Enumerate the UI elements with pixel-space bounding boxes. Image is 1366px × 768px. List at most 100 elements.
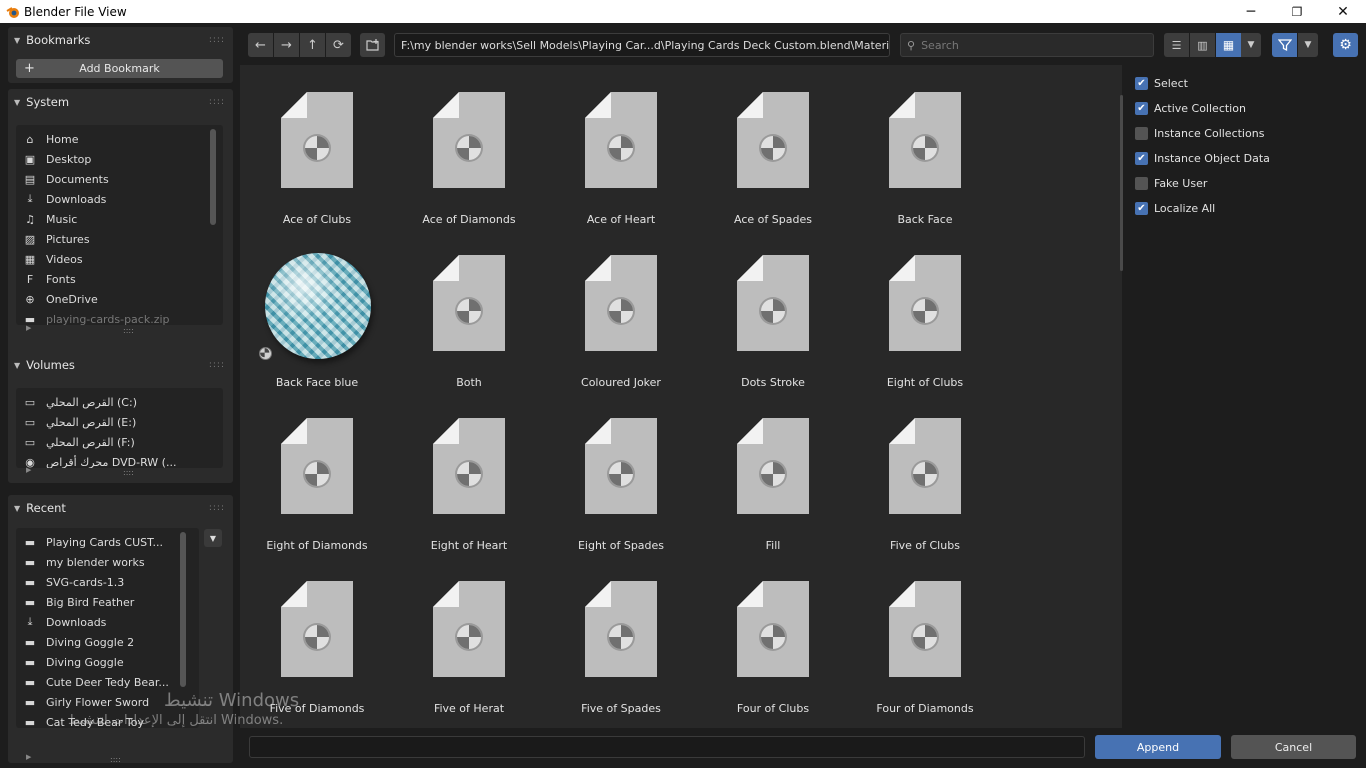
view-thumbnails-button[interactable]: ▦ [1216, 33, 1241, 57]
list-item[interactable]: ◉ ‏محرك أقراص DVD-RW (... [16, 452, 223, 469]
resize-grip-icon[interactable]: :::: [123, 468, 134, 477]
option-label: Instance Object Data [1154, 151, 1270, 165]
file-tile[interactable]: Eight of Spades [545, 391, 697, 554]
file-tile[interactable]: Five of Clubs [849, 391, 1001, 554]
volumes-header[interactable]: ▼ Volumes :::: [8, 352, 233, 378]
list-item[interactable]: ▭ ‏القرص المحلي (C:) [16, 392, 223, 412]
option-checkbox-row[interactable]: ✔ Select [1135, 75, 1188, 91]
list-item-label: Downloads [46, 615, 107, 629]
view-horizontal-list-button[interactable]: ▥ [1190, 33, 1215, 57]
expand-arrow-icon[interactable]: ▶ [26, 466, 31, 474]
option-checkbox-row[interactable]: Instance Collections [1135, 125, 1264, 141]
list-item[interactable]: ▬ Diving Goggle 2 [16, 632, 199, 652]
file-tile[interactable]: Both [393, 228, 545, 391]
file-tile[interactable]: Ace of Diamonds [393, 65, 545, 228]
recent-scrollbar[interactable] [180, 532, 186, 687]
list-item[interactable]: ▭ ‏القرص المحلي (F:) [16, 432, 223, 452]
drag-grip-icon[interactable]: :::: [209, 360, 225, 370]
list-item[interactable]: ▭ ‏القرص المحلي (E:) [16, 412, 223, 432]
list-item[interactable]: ▦ Videos [16, 249, 223, 269]
cancel-button[interactable]: Cancel [1231, 735, 1356, 759]
file-grid-scrollbar[interactable] [1120, 95, 1123, 271]
file-tile[interactable]: Four of Clubs [697, 554, 849, 717]
file-tile[interactable]: Eight of Heart [393, 391, 545, 554]
list-item[interactable]: ▬ Cute Deer Tedy Bear... [16, 672, 199, 692]
filter-dropdown[interactable]: ▼ [1298, 33, 1318, 57]
option-checkbox-row[interactable]: ✔ Active Collection [1135, 100, 1246, 116]
file-tile[interactable]: Back Face [849, 65, 1001, 228]
file-tile[interactable]: Five of Herat [393, 554, 545, 717]
file-tile[interactable]: Ace of Spades [697, 65, 849, 228]
list-item-label: Girly Flower Sword [46, 695, 150, 709]
back-button[interactable]: ← [248, 33, 273, 57]
file-tile[interactable]: Eight of Diamonds [241, 391, 393, 554]
list-item[interactable]: ♫ Music [16, 209, 223, 229]
append-button[interactable]: Append [1095, 735, 1221, 759]
recent-header[interactable]: ▼ Recent :::: [8, 495, 233, 521]
sidebar: ▼ Bookmarks :::: + Add Bookmark ▼ System… [0, 23, 240, 768]
list-item[interactable]: F Fonts [16, 269, 223, 289]
filter-toggle-button[interactable] [1272, 33, 1297, 57]
filename-field[interactable] [249, 736, 1085, 758]
system-scrollbar[interactable] [210, 129, 216, 225]
drag-grip-icon[interactable]: :::: [209, 97, 225, 107]
close-window-button[interactable]: ✕ [1320, 0, 1366, 23]
add-bookmark-button[interactable]: + Add Bookmark [16, 59, 223, 78]
list-item[interactable]: ⊕ OneDrive [16, 289, 223, 309]
file-tile[interactable]: Dots Stroke [697, 228, 849, 391]
drag-grip-icon[interactable]: :::: [209, 503, 225, 513]
list-item[interactable]: ▬ Diving Goggle [16, 652, 199, 672]
directory-path-field[interactable]: F:\my blender works\Sell Models\Playing … [394, 33, 890, 57]
file-tile[interactable]: Ace of Heart [545, 65, 697, 228]
material-file-icon [585, 92, 657, 188]
list-item[interactable]: ▬ playing-cards-pack.zip [16, 309, 223, 326]
bookmarks-header[interactable]: ▼ Bookmarks :::: [8, 27, 233, 53]
option-checkbox-row[interactable]: ✔ Instance Object Data [1135, 150, 1270, 166]
checkbox-checked-icon[interactable]: ✔ [1135, 151, 1148, 165]
file-tile[interactable]: Eight of Clubs [849, 228, 1001, 391]
restore-button[interactable]: ❐ [1274, 0, 1320, 23]
file-tile[interactable]: Ace of Clubs [241, 65, 393, 228]
parent-directory-button[interactable]: ↑ [300, 33, 325, 57]
refresh-button[interactable]: ⟳ [326, 33, 351, 57]
checkbox-checked-icon[interactable]: ✔ [1135, 101, 1148, 115]
view-vertical-list-button[interactable]: ☰ [1164, 33, 1189, 57]
file-name-label: Eight of Diamonds [266, 539, 368, 552]
file-tile[interactable]: Fill [697, 391, 849, 554]
list-item[interactable]: ⤓ Downloads [16, 612, 199, 632]
list-item[interactable]: ▨ Pictures [16, 229, 223, 249]
display-settings-dropdown[interactable]: ▼ [1241, 33, 1261, 57]
search-field[interactable]: ⚲ Search [900, 33, 1154, 57]
recent-dropdown-button[interactable]: ▼ [204, 529, 222, 547]
resize-grip-icon[interactable]: :::: [123, 326, 134, 335]
list-item[interactable]: ▣ Desktop [16, 149, 223, 169]
forward-button[interactable]: → [274, 33, 299, 57]
resize-grip-icon[interactable]: :::: [110, 755, 121, 764]
material-file-icon [889, 92, 961, 188]
file-tile[interactable]: Five of Spades [545, 554, 697, 717]
new-directory-button[interactable] [360, 33, 385, 57]
list-item[interactable]: ▬ my blender works [16, 552, 199, 572]
option-checkbox-row[interactable]: Fake User [1135, 175, 1207, 191]
list-item[interactable]: ▤ Documents [16, 169, 223, 189]
list-item[interactable]: ▬ SVG-cards-1.3 [16, 572, 199, 592]
new-folder-icon [365, 39, 379, 51]
checkbox-checked-icon[interactable]: ✔ [1135, 201, 1148, 215]
option-checkbox-row[interactable]: ✔ Localize All [1135, 200, 1215, 216]
list-item[interactable]: ▬ Playing Cards CUST... [16, 532, 199, 552]
file-tile[interactable]: Four of Diamonds [849, 554, 1001, 717]
drag-grip-icon[interactable]: :::: [209, 35, 225, 45]
minimize-button[interactable]: ─ [1228, 0, 1274, 23]
settings-toggle-button[interactable]: ⚙ [1333, 33, 1358, 57]
file-tile[interactable]: Back Face blue [241, 228, 393, 391]
expand-arrow-icon[interactable]: ▶ [26, 324, 31, 332]
list-item[interactable]: ▬ Big Bird Feather [16, 592, 199, 612]
list-item[interactable]: ⤓ Downloads [16, 189, 223, 209]
checkbox-checked-icon[interactable]: ✔ [1135, 76, 1148, 90]
system-header[interactable]: ▼ System :::: [8, 89, 233, 115]
file-tile[interactable]: Coloured Joker [545, 228, 697, 391]
expand-arrow-icon[interactable]: ▶ [26, 753, 31, 761]
list-item[interactable]: ⌂ Home [16, 129, 223, 149]
checkbox-unchecked-icon[interactable] [1135, 176, 1148, 190]
checkbox-unchecked-icon[interactable] [1135, 126, 1148, 140]
